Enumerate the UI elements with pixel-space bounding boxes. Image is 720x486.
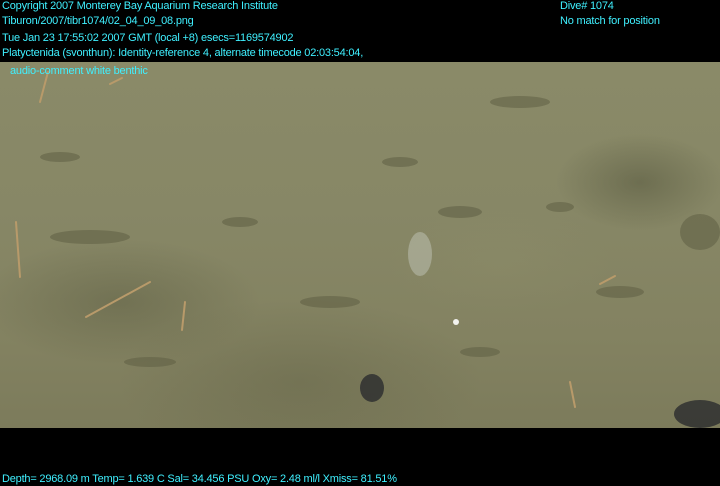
image-path-text: Tiburon/2007/tibr1074/02_04_09_08.png [2, 15, 194, 27]
comment-text: audio-comment white benthic [10, 65, 148, 77]
video-frame: Copyright 2007 Monterey Bay Aquarium Res… [0, 0, 720, 486]
white-particle [453, 319, 459, 325]
seafloor-features [15, 71, 720, 428]
copyright-text: Copyright 2007 Monterey Bay Aquarium Res… [2, 0, 278, 12]
annotation-text: Platyctenida (svonthun): Identity-refere… [2, 47, 364, 59]
position-status-text: No match for position [560, 15, 660, 27]
dive-number-text: Dive# 1074 [560, 0, 614, 12]
timestamp-text: Tue Jan 23 17:55:02 2007 GMT (local +8) … [2, 32, 294, 44]
seafloor-image [0, 62, 720, 428]
translucent-platyctenid [408, 232, 432, 276]
sediment-shadows [40, 96, 720, 367]
telemetry-text: Depth= 2968.09 m Temp= 1.639 C Sal= 34.4… [2, 473, 397, 485]
dark-rocks [360, 374, 720, 428]
